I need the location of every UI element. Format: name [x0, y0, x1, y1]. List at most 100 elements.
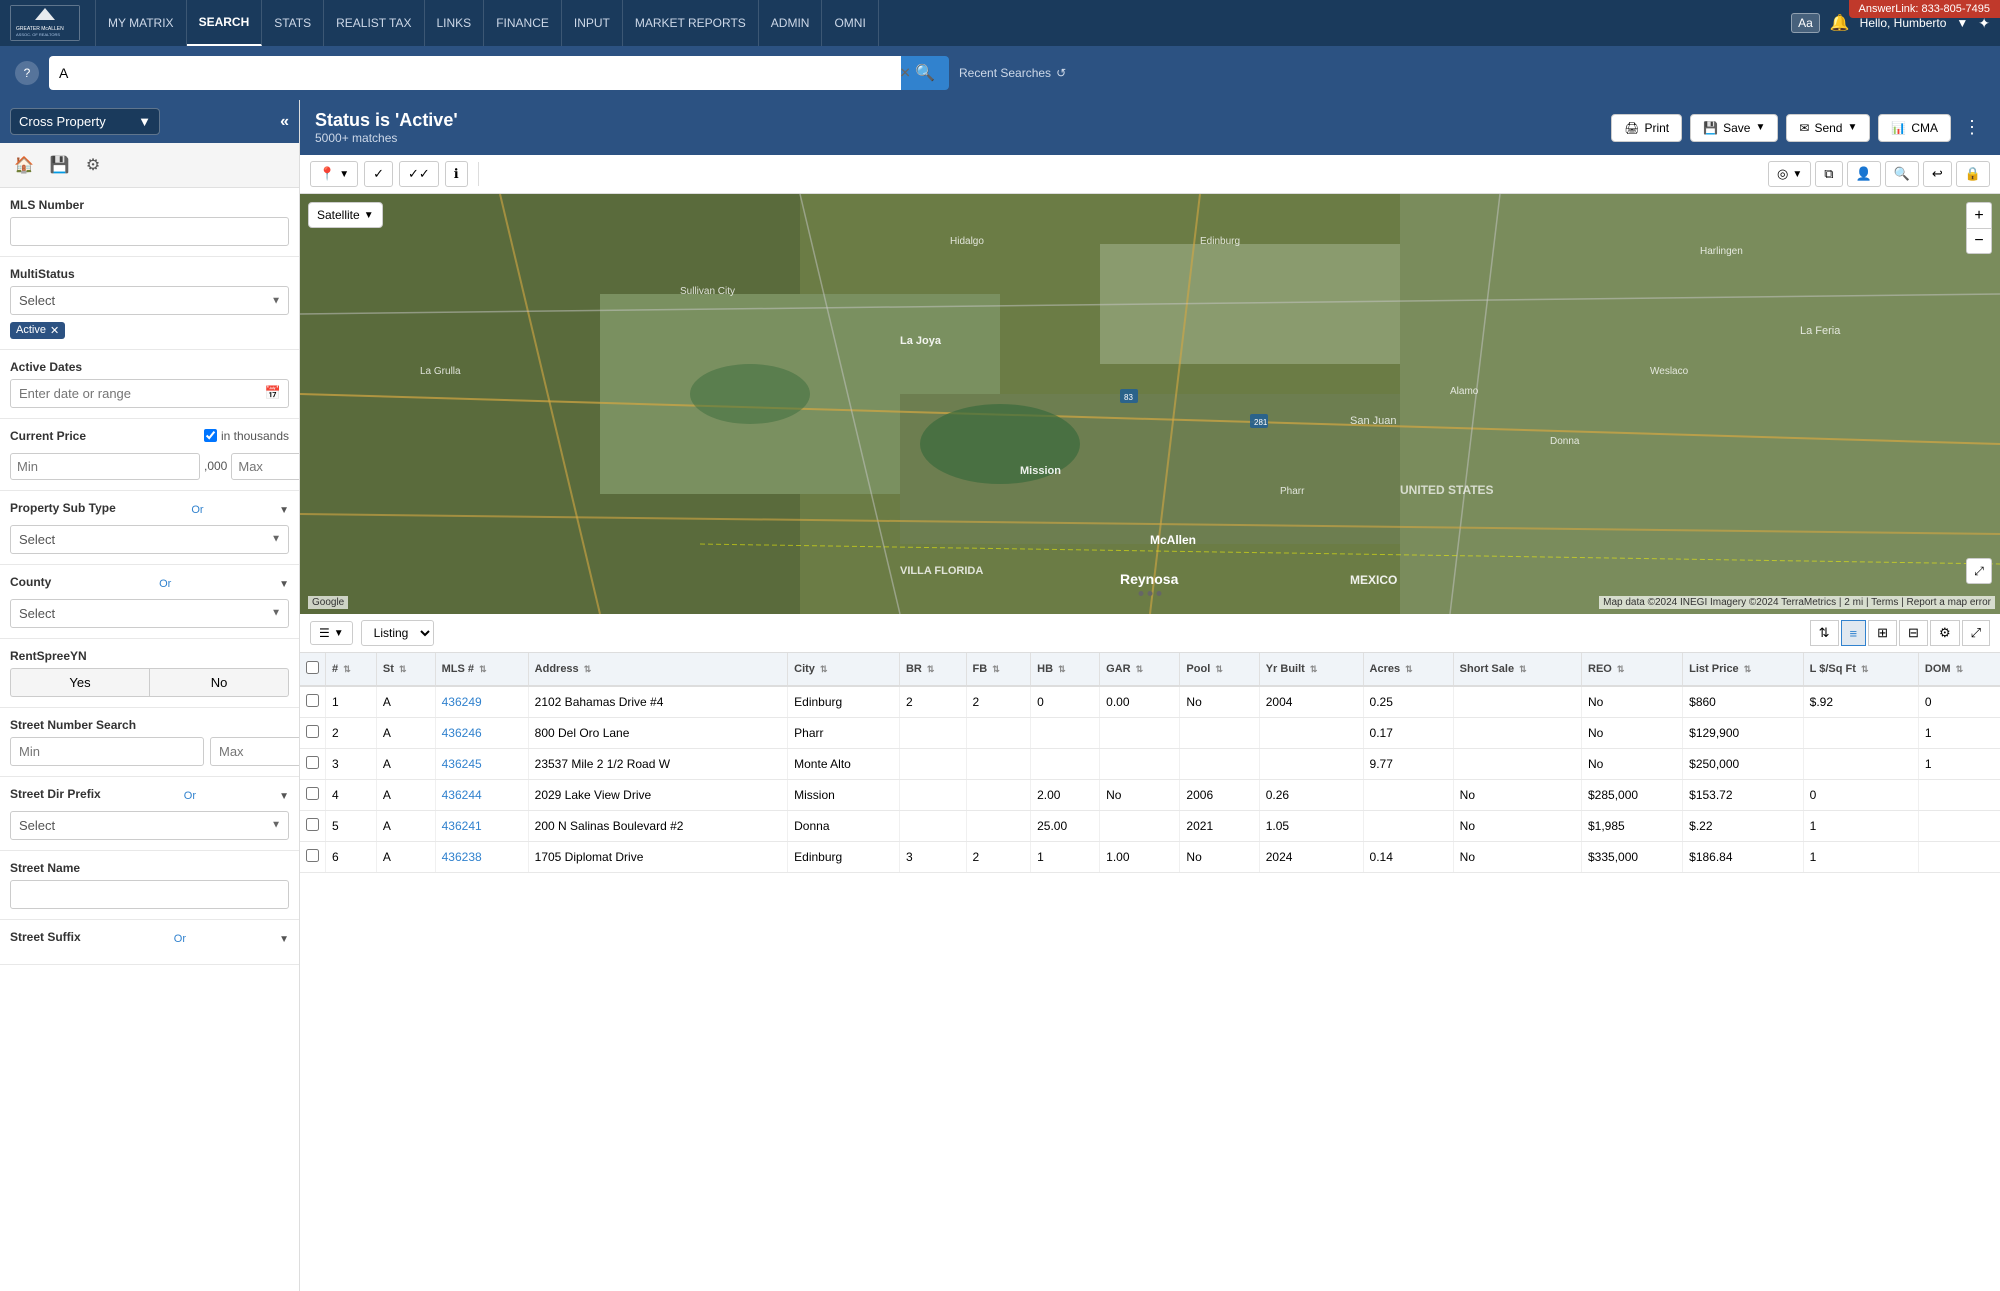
select-all-checkbox[interactable] — [306, 661, 319, 674]
mls-link[interactable]: 436245 — [442, 757, 482, 771]
row-checkbox[interactable] — [306, 756, 319, 769]
grid-view-button[interactable]: ⊞ — [1868, 620, 1897, 646]
county-select[interactable]: Select — [10, 599, 289, 628]
row-checkbox[interactable] — [306, 849, 319, 862]
search-clear-button[interactable]: ✕ — [899, 65, 911, 82]
mls-link[interactable]: 436249 — [442, 695, 482, 709]
street-number-min-input[interactable] — [10, 737, 204, 766]
map-layers-button[interactable]: ⧉ — [1815, 161, 1842, 187]
nav-stats[interactable]: STATS — [262, 0, 324, 46]
street-dir-or[interactable]: Or — [184, 790, 196, 802]
search-input[interactable] — [49, 56, 901, 90]
map-checkall-button[interactable]: ✓✓ — [399, 161, 439, 187]
help-button[interactable]: ? — [15, 61, 39, 85]
street-number-max-input[interactable] — [210, 737, 300, 766]
col-fb[interactable]: FB ⇅ — [966, 653, 1031, 686]
nav-omni[interactable]: OMNI — [822, 0, 878, 46]
price-max-input[interactable] — [231, 453, 300, 480]
notification-icon[interactable]: 🔔 — [1830, 13, 1850, 33]
street-dir-arrow[interactable]: ▼ — [279, 791, 289, 802]
col-st[interactable]: St ⇅ — [376, 653, 435, 686]
recent-searches[interactable]: Recent Searches ↺ — [959, 66, 1066, 80]
street-name-input[interactable] — [10, 880, 289, 909]
property-sub-type-select[interactable]: Select — [10, 525, 289, 554]
print-button[interactable]: 🖨 Print — [1611, 114, 1682, 142]
card-view-button[interactable]: ⊟ — [1899, 620, 1928, 646]
sidebar-collapse-button[interactable]: « — [280, 113, 289, 131]
map-check-button[interactable]: ✓ — [364, 161, 393, 187]
property-type-dropdown[interactable]: Cross Property ▼ — [10, 108, 160, 135]
map-location-button[interactable]: 📍 ▼ — [310, 161, 358, 187]
save-tool-button[interactable]: 💾 — [46, 151, 74, 179]
row-checkbox[interactable] — [306, 787, 319, 800]
map-info-button[interactable]: ℹ — [445, 161, 468, 187]
active-dates-input[interactable] — [10, 379, 289, 408]
county-or[interactable]: Or — [159, 578, 171, 590]
map-lock-button[interactable]: 🔒 — [1956, 161, 1990, 187]
col-acres[interactable]: Acres ⇅ — [1363, 653, 1453, 686]
multi-status-select[interactable]: Select — [10, 286, 289, 315]
in-thousands-checkbox[interactable] — [204, 429, 217, 442]
col-reo[interactable]: REO ⇅ — [1582, 653, 1683, 686]
settings-view-button[interactable]: ⚙ — [1930, 620, 1960, 646]
expand-view-button[interactable]: ⤢ — [1962, 620, 1990, 646]
col-br[interactable]: BR ⇅ — [899, 653, 966, 686]
nav-links[interactable]: LINKS — [425, 0, 485, 46]
accessibility-btn[interactable]: Aa — [1791, 13, 1820, 33]
mls-link[interactable]: 436244 — [442, 788, 482, 802]
col-address[interactable]: Address ⇅ — [528, 653, 787, 686]
nav-my-matrix[interactable]: MY MATRIX — [95, 0, 187, 46]
yes-button[interactable]: Yes — [10, 668, 149, 697]
col-hb[interactable]: HB ⇅ — [1031, 653, 1100, 686]
zoom-in-button[interactable]: + — [1966, 202, 1992, 228]
more-button[interactable]: ⋮ — [1959, 113, 1985, 142]
col-dom[interactable]: DOM ⇅ — [1918, 653, 2000, 686]
satellite-view-button[interactable]: Satellite ▼ — [308, 202, 383, 228]
cma-button[interactable]: 📊 CMA — [1878, 114, 1951, 142]
col-pool[interactable]: Pool ⇅ — [1180, 653, 1259, 686]
col-num[interactable]: # ⇅ — [326, 653, 377, 686]
mls-number-input[interactable] — [10, 217, 289, 246]
price-min-input[interactable] — [10, 453, 200, 480]
street-suffix-arrow[interactable]: ▼ — [279, 934, 289, 945]
select-all-header[interactable] — [300, 653, 326, 686]
save-button[interactable]: 💾 Save ▼ — [1690, 114, 1778, 142]
county-arrow[interactable]: ▼ — [279, 579, 289, 590]
results-list-select-button[interactable]: ☰ ▼ — [310, 621, 353, 645]
col-gar[interactable]: GAR ⇅ — [1100, 653, 1180, 686]
col-price-sqft[interactable]: L $/Sq Ft ⇅ — [1803, 653, 1918, 686]
list-view-button[interactable]: ≡ — [1841, 620, 1867, 646]
col-short-sale[interactable]: Short Sale ⇅ — [1453, 653, 1581, 686]
property-sub-type-arrow[interactable]: ▼ — [279, 505, 289, 516]
col-list-price[interactable]: List Price ⇅ — [1683, 653, 1804, 686]
map-circle-button[interactable]: ◎ ▼ — [1768, 161, 1811, 187]
mls-link[interactable]: 436238 — [442, 850, 482, 864]
user-chevron-icon[interactable]: ▼ — [1956, 16, 1968, 30]
map-undo-button[interactable]: ↩ — [1923, 161, 1952, 187]
mls-link[interactable]: 436241 — [442, 819, 482, 833]
calendar-icon[interactable]: 📅 — [265, 385, 281, 401]
home-tool-button[interactable]: 🏠 — [10, 151, 38, 179]
col-city[interactable]: City ⇅ — [788, 653, 900, 686]
map-expand-button[interactable]: ⤢ — [1966, 558, 1992, 584]
map-person-button[interactable]: 👤 — [1847, 161, 1881, 187]
nav-realist-tax[interactable]: REALIST TAX — [324, 0, 424, 46]
street-suffix-or[interactable]: Or — [174, 933, 186, 945]
row-checkbox[interactable] — [306, 725, 319, 738]
col-yr-built[interactable]: Yr Built ⇅ — [1259, 653, 1363, 686]
active-tag-remove[interactable]: ✕ — [50, 324, 59, 337]
nav-admin[interactable]: ADMIN — [759, 0, 823, 46]
nav-input[interactable]: INPUT — [562, 0, 623, 46]
row-checkbox[interactable] — [306, 694, 319, 707]
zoom-out-button[interactable]: − — [1966, 228, 1992, 254]
nav-market-reports[interactable]: MARKET REPORTS — [623, 0, 759, 46]
settings-tool-button[interactable]: ⚙ — [82, 151, 104, 179]
send-button[interactable]: ✉ Send ▼ — [1786, 114, 1870, 142]
no-button[interactable]: No — [149, 668, 289, 697]
listing-type-select[interactable]: Listing — [361, 620, 434, 646]
map-search-button[interactable]: 🔍 — [1885, 161, 1919, 187]
row-checkbox[interactable] — [306, 818, 319, 831]
sort-options-button[interactable]: ⇅ — [1810, 620, 1839, 646]
nav-search[interactable]: SEARCH — [187, 0, 263, 46]
nav-finance[interactable]: FINANCE — [484, 0, 562, 46]
